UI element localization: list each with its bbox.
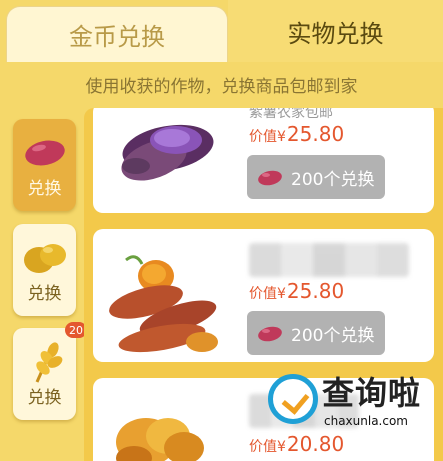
watermark-logo-icon xyxy=(268,374,318,424)
sidebar-item-label: 兑换 xyxy=(27,388,62,408)
product-name: 紫薯农家包邮 xyxy=(249,108,333,121)
watermark-url: chaxunla.com xyxy=(324,414,408,428)
tab-goods-exchange[interactable]: 实物兑换 xyxy=(228,0,443,62)
purple-sweet-potato-image xyxy=(121,124,214,181)
redeem-button-label: 200个兑换 xyxy=(291,325,375,346)
sidebar-item-wheat[interactable]: 20 兑换 xyxy=(13,322,87,420)
sweet-potato-icon xyxy=(258,170,282,186)
price-amount: 25.80 xyxy=(286,279,345,303)
product-price: 价值¥ 25.80 xyxy=(249,122,344,146)
sidebar-item-sweet-potato[interactable]: 兑换 xyxy=(13,119,76,211)
exchange-subtitle: 使用收获的作物，兑换商品包邮到家 xyxy=(85,76,358,97)
price-prefix: 价值¥ xyxy=(249,286,286,302)
exchange-tabs: 金币兑换 实物兑换 xyxy=(0,0,443,62)
product-card[interactable]: 价值¥ 25.80 200个兑换 xyxy=(93,229,434,362)
redeem-button-label: 200个兑换 xyxy=(291,169,375,190)
wheat-icon xyxy=(35,342,62,383)
tab-goods-exchange-label: 实物兑换 xyxy=(287,19,384,48)
redeem-button[interactable]: 200个兑换 xyxy=(247,311,385,355)
potato-icon xyxy=(23,244,66,273)
product-price: 价值¥ 25.80 xyxy=(249,279,344,303)
tab-coin-exchange[interactable]: 金币兑换 xyxy=(6,6,228,62)
sweet-potato-chips-image xyxy=(116,418,204,461)
redeem-button[interactable]: 200个兑换 xyxy=(247,155,385,199)
sidebar-item-potato[interactable]: 兑换 xyxy=(13,224,76,316)
price-amount: 25.80 xyxy=(286,122,345,146)
site-watermark: 查询啦 chaxunla.com xyxy=(266,368,436,440)
product-name-blurred xyxy=(249,243,409,277)
sweet-potato-image xyxy=(106,242,222,356)
sweet-potato-icon xyxy=(258,326,282,342)
price-prefix: 价值¥ xyxy=(249,129,286,145)
sidebar-item-label: 兑换 xyxy=(27,284,62,304)
watermark-title: 查询啦 xyxy=(322,374,422,412)
sidebar-item-label: 兑换 xyxy=(27,179,62,199)
product-card[interactable]: 紫薯农家包邮 价值¥ 25.80 200个兑换 xyxy=(93,108,434,213)
sweet-potato-icon xyxy=(24,140,65,166)
tab-coin-exchange-label: 金币兑换 xyxy=(69,23,165,51)
